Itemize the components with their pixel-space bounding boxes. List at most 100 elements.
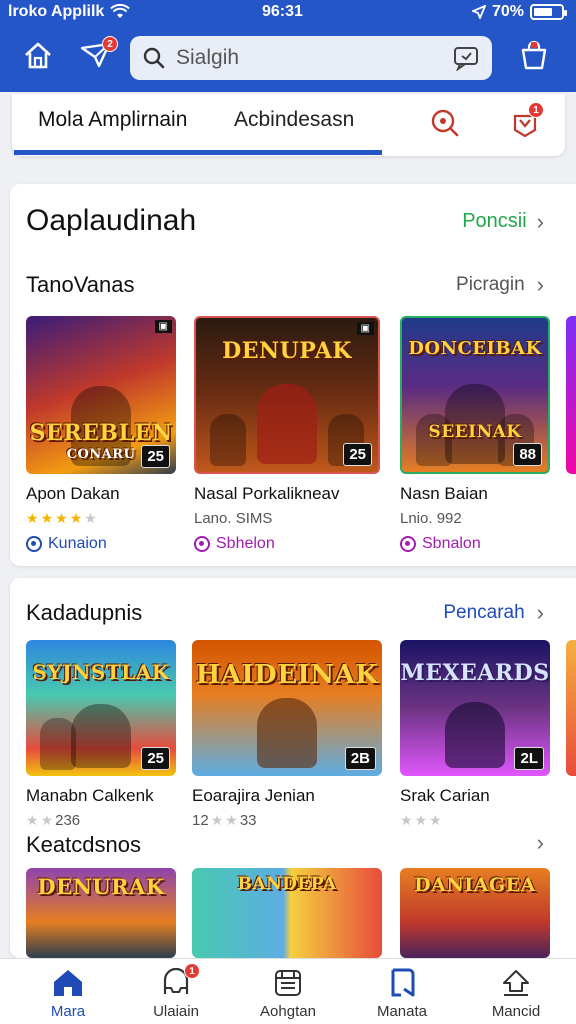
artwork-title: SYJNSTLAK (32, 660, 170, 684)
tab-mola-amplirnain[interactable]: Mola Amplirnain (38, 108, 187, 132)
app-meta-label: Sbhelon (216, 535, 275, 552)
artwork-title: SEREBLEN (29, 420, 173, 446)
star-icon: ★ (210, 812, 224, 828)
app-tile[interactable]: BANDEPA (192, 868, 384, 958)
artwork-subtitle: SEEINAK (428, 422, 522, 442)
app-tile[interactable]: ▣ SEREBLEN CONARU 25 Apon Dakan ★ ★ ★ ★ … (26, 316, 176, 553)
wifi-icon (110, 4, 131, 18)
app-meta: Kunaion (26, 535, 176, 553)
home-icon (54, 970, 82, 996)
location-icon (471, 5, 486, 19)
nav-label: Ulaiain (153, 1003, 199, 1020)
chevron-right-icon: › (536, 600, 544, 625)
nav-item-mancid[interactable]: Mancid (466, 965, 566, 1020)
search-input[interactable] (176, 46, 446, 70)
chevron-right-icon: › (536, 208, 544, 234)
nav-badge: 1 (184, 963, 200, 979)
download-icon (503, 970, 529, 996)
star-icon: ★ (84, 510, 97, 526)
app-tile-partial[interactable] (566, 640, 576, 776)
chevron-right-icon: › (536, 272, 544, 297)
star-icon: ★ (69, 510, 83, 526)
star-rating: ★ ★ 236 (26, 812, 176, 829)
explore-button[interactable] (428, 106, 462, 140)
artwork-rating-box: 25 (343, 443, 372, 466)
battery-icon (530, 4, 567, 20)
home-button[interactable] (18, 36, 58, 76)
background-figure (40, 718, 76, 770)
search-bar[interactable] (130, 36, 492, 80)
star-rating: 12 ★ ★ 33 (192, 812, 384, 829)
app-artwork: MEXEARDS 2L (400, 640, 550, 776)
star-icon: ★ (225, 812, 238, 828)
cart-icon (521, 40, 547, 70)
app-meta-label: Kunaion (48, 535, 107, 552)
tab-acbindesasn[interactable]: Acbindesasn (234, 108, 354, 132)
app-artwork: ▣ SEREBLEN CONARU 25 (26, 316, 176, 474)
artwork-title: DONCEIBAK (408, 338, 542, 359)
app-tile[interactable]: HAIDEINAK 2B Eoarajira Jenian 12 ★ ★ 33 (192, 640, 384, 829)
app-artwork (566, 640, 576, 776)
app-artwork: HAIDEINAK 2B (192, 640, 382, 776)
star-rating: ★ ★ ★ (400, 812, 550, 829)
app-name: Nasal Porkalikneav (194, 484, 340, 503)
home-icon (25, 42, 51, 69)
filter-button[interactable]: 2 (76, 36, 118, 76)
rating-tail: 33 (239, 812, 257, 829)
status-ring-icon (26, 536, 42, 552)
app-artwork: DANIAGEA (400, 868, 550, 958)
carrier-label: lroko Applilk (8, 3, 105, 20)
app-tile[interactable]: ▣ DENUPAK 25 Nasal Porkalikneav Lano. SI… (194, 316, 384, 553)
rewards-button[interactable]: 1 (508, 102, 544, 140)
artwork-title: DENUPAK (222, 338, 352, 364)
section-card-oaplaudinah: Oaplaudinah Poncsii › TanoVanas Picragin… (10, 184, 576, 566)
rewards-badge: 1 (528, 102, 544, 118)
star-icon: ★ (26, 812, 39, 828)
app-artwork: DONCEIBAK SEEINAK 88 (400, 316, 550, 474)
artwork-title: DANIAGEA (414, 874, 536, 896)
section-card-kadadupnis: Kadadupnis Pencarah › SYJNSTLAK 25 Manab… (10, 578, 576, 958)
app-tile[interactable]: DENURAK (26, 868, 176, 958)
app-subtitle: Lano. SIMS (194, 510, 273, 527)
app-artwork: ▣ DENUPAK 25 (194, 316, 380, 474)
app-meta: Sbhelon (194, 535, 384, 553)
app-tile[interactable]: DONCEIBAK SEEINAK 88 Nasn Baian Lnio. 99… (400, 316, 550, 553)
hero-figure (445, 702, 505, 768)
app-name: Eoarajira Jenian (192, 786, 315, 805)
background-figure (210, 414, 246, 466)
app-artwork: DENURAK (26, 868, 176, 958)
tab-bar: Mola Amplirnain Acbindesasn 1 (12, 94, 565, 156)
artwork-rating-box: 2L (514, 747, 544, 770)
section-see-all-link[interactable]: Poncsii › (462, 210, 544, 233)
row-link-label: Picragin (456, 274, 525, 295)
artwork-title: BANDEPA (237, 874, 337, 894)
app-tile[interactable]: MEXEARDS 2L Srak Carian ★ ★ ★ (400, 640, 550, 829)
app-tile[interactable]: DANIAGEA (400, 868, 550, 958)
nav-item-mara[interactable]: Mara (18, 965, 118, 1020)
nav-item-manata[interactable]: Manata (352, 965, 452, 1020)
app-subtitle: Lnio. 992 (400, 510, 462, 527)
app-name: Srak Carian (400, 786, 490, 805)
cart-button[interactable] (514, 36, 554, 76)
nav-item-aohgtan[interactable]: Aohgtan (238, 965, 338, 1020)
chat-scan-icon[interactable] (452, 45, 480, 71)
row-title: TanoVanas (26, 272, 135, 297)
app-name: Apon Dakan (26, 484, 120, 503)
artwork-rating-box: 88 (513, 443, 542, 466)
app-tile-partial[interactable] (566, 316, 576, 474)
artwork-title: HAIDEINAK (195, 660, 379, 690)
artwork-title: DENURAK (37, 874, 165, 899)
artwork-rating-box: 25 (141, 445, 170, 468)
section-title: Oaplaudinah (26, 204, 197, 237)
app-artwork: SYJNSTLAK 25 (26, 640, 176, 776)
explore-search-icon (431, 109, 459, 137)
star-rating: ★ ★ ★ ★ ★ (26, 510, 176, 527)
app-artwork: BANDEPA (192, 868, 382, 958)
row-see-all-link[interactable]: Picragin › (456, 274, 544, 296)
nav-item-ulaiain[interactable]: 1 Ulaiain (126, 963, 226, 1020)
artwork-ribbon: ▣ (154, 320, 172, 333)
artwork-ribbon: ▣ (356, 322, 374, 335)
app-tile[interactable]: SYJNSTLAK 25 Manabn Calkenk ★ ★ 236 (26, 640, 176, 829)
section-see-all-link[interactable]: Pencarah › (443, 602, 544, 624)
chevron-right-icon[interactable]: › (537, 832, 544, 854)
